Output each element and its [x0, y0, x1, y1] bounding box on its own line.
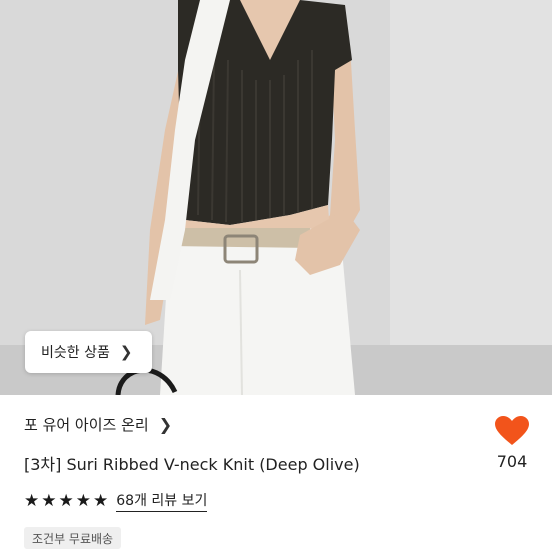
star-icon: ★: [24, 490, 40, 511]
star-icon: ★: [58, 490, 74, 511]
rating-row: ★ ★ ★ ★ ★ 68개 리뷰 보기: [24, 490, 208, 512]
chevron-right-icon: ❯: [119, 343, 133, 361]
rating-stars: ★ ★ ★ ★ ★: [24, 490, 109, 511]
similar-products-label: 비슷한 상품: [41, 345, 110, 361]
shipping-badge: 조건부 무료배송: [24, 527, 122, 549]
heart-icon: [495, 416, 529, 445]
review-link[interactable]: 68개 리뷰 보기: [116, 490, 208, 512]
star-icon: ★: [75, 490, 91, 511]
like-count: 704: [496, 452, 528, 471]
shop-link[interactable]: 포 유어 아이즈 온리 ❯: [24, 412, 172, 436]
like-button[interactable]: 704: [488, 416, 536, 486]
product-info: 포 유어 아이즈 온리 ❯ [3차] Suri Ribbed V-neck Kn…: [0, 395, 552, 552]
product-image[interactable]: 비슷한 상품 ❯: [0, 0, 552, 395]
star-icon: ★: [93, 490, 109, 511]
shop-name: 포 유어 아이즈 온리: [24, 415, 149, 434]
similar-products-button[interactable]: 비슷한 상품 ❯: [25, 331, 152, 373]
product-title: [3차] Suri Ribbed V-neck Knit (Deep Olive…: [24, 455, 360, 474]
chevron-right-icon: ❯: [158, 414, 173, 434]
star-icon: ★: [41, 490, 57, 511]
